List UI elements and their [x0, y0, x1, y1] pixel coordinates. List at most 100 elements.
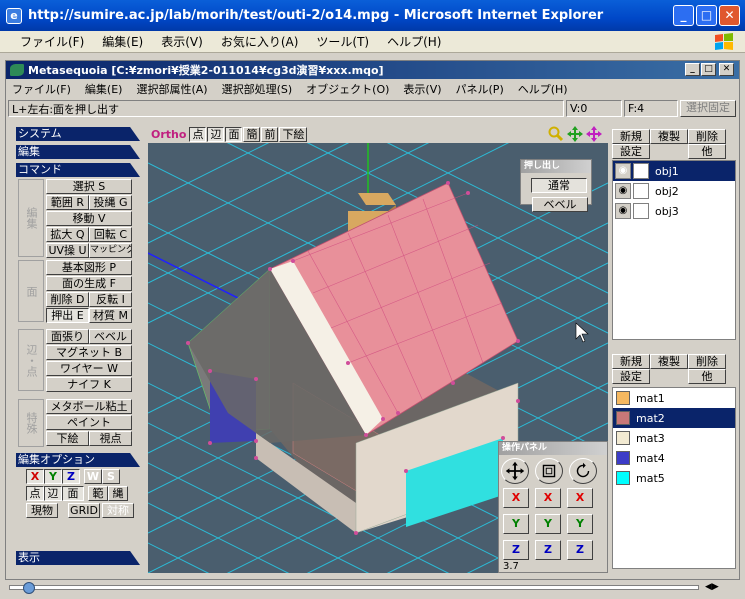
material-new-button[interactable]: 新規	[612, 354, 650, 369]
pan-icon[interactable]	[567, 126, 583, 142]
move-handle-icon[interactable]	[501, 458, 529, 484]
maximize-icon[interactable]: □	[696, 5, 717, 26]
app-menu-object[interactable]: オブジェクト(O)	[306, 81, 389, 97]
move-z-button[interactable]: Z	[503, 540, 529, 560]
axis-x-toggle[interactable]: X	[26, 469, 44, 484]
app-minimize-icon[interactable]: _	[685, 63, 700, 76]
material-item[interactable]: mat4	[613, 448, 735, 468]
playback-controls-icon[interactable]: ◀▶	[705, 582, 719, 592]
face-mode-toggle[interactable]: 面	[62, 486, 84, 501]
rotate-z-button[interactable]: Z	[567, 540, 593, 560]
point-mode-toggle[interactable]: 点	[26, 486, 44, 501]
material-settings-button[interactable]: 設定	[612, 369, 650, 384]
extrude-normal-button[interactable]: 通常	[531, 178, 587, 193]
object-settings-button[interactable]: 設定	[612, 144, 650, 159]
extrude-button[interactable]: 押出 E	[46, 308, 89, 323]
range-mode-toggle[interactable]: 範	[88, 486, 108, 501]
material-item[interactable]: mat2	[613, 408, 735, 428]
move-x-button[interactable]: X	[503, 488, 529, 508]
zoom-icon[interactable]	[548, 126, 564, 142]
view-edge-button[interactable]: 辺	[207, 126, 225, 142]
bevel-button[interactable]: ベベル	[89, 329, 132, 344]
object-list[interactable]: ◉ obj1 ◉ obj2 ◉ obj3	[612, 160, 736, 340]
face-generate-button[interactable]: 面の生成 F	[46, 276, 132, 291]
rotate-y-button[interactable]: Y	[567, 514, 593, 534]
app-menu-edit[interactable]: 編集(E)	[85, 81, 123, 97]
rotate-button[interactable]: 回転 C	[89, 227, 132, 242]
view-face-button[interactable]: 面	[225, 126, 243, 142]
wire-button[interactable]: ワイヤー W	[46, 361, 132, 376]
material-item[interactable]: mat5	[613, 468, 735, 488]
material-list[interactable]: mat1 mat2 mat3 mat4 mat5	[612, 387, 736, 569]
app-menu-panel[interactable]: パネル(P)	[456, 81, 504, 97]
object-other-button[interactable]: 他	[688, 144, 726, 159]
mapping-button[interactable]: マッピング	[89, 243, 132, 258]
scale-x-button[interactable]: X	[535, 488, 561, 508]
app-maximize-icon[interactable]: □	[701, 63, 716, 76]
close-icon[interactable]: ✕	[719, 5, 740, 26]
lock-toggle[interactable]	[633, 203, 649, 219]
magnet-button[interactable]: マグネット B	[46, 345, 132, 360]
primitive-button[interactable]: 基本図形 P	[46, 260, 132, 275]
material-item[interactable]: mat3	[613, 428, 735, 448]
material-item[interactable]: mat1	[613, 388, 735, 408]
3d-viewport[interactable]: Ortho 点 辺 面 簡 前 下絵 押し出し 通常 ベベル 操作パネル X X…	[148, 125, 608, 573]
view-point-button[interactable]: 点	[189, 126, 207, 142]
command-header[interactable]: コマンド	[16, 163, 140, 177]
object-duplicate-button[interactable]: 複製	[650, 129, 688, 144]
scale-z-button[interactable]: Z	[535, 540, 561, 560]
screen-toggle[interactable]: S	[102, 469, 120, 484]
edit-options-header[interactable]: 編集オプション	[16, 453, 140, 467]
select-button[interactable]: 選択 S	[46, 179, 132, 194]
visibility-eye-icon[interactable]: ◉	[615, 163, 631, 179]
app-menu-attr[interactable]: 選択部属性(A)	[136, 81, 207, 97]
ortho-label[interactable]: Ortho	[148, 128, 189, 141]
face-cut-button[interactable]: 面張り	[46, 329, 89, 344]
media-seek-bar[interactable]: ◀▶	[5, 580, 740, 596]
symmetry-toggle[interactable]: 対称	[102, 503, 134, 518]
scale-button[interactable]: 拡大 Q	[46, 227, 89, 242]
menu-help[interactable]: ヘルプ(H)	[387, 33, 441, 50]
seek-thumb[interactable]	[23, 582, 35, 594]
selection-lock-button[interactable]: 選択固定	[680, 100, 736, 117]
object-item[interactable]: ◉ obj2	[613, 181, 735, 201]
menu-file[interactable]: ファイル(F)	[20, 33, 84, 50]
grid-toggle[interactable]: GRID	[68, 503, 100, 518]
menu-tools[interactable]: ツール(T)	[316, 33, 369, 50]
flip-button[interactable]: 反転 I	[89, 292, 132, 307]
app-menu-view[interactable]: 表示(V)	[403, 81, 441, 97]
range-button[interactable]: 範囲 R	[46, 195, 89, 210]
move-button[interactable]: 移動 V	[46, 211, 132, 226]
view-front-button[interactable]: 前	[261, 126, 279, 142]
object-delete-button[interactable]: 削除	[688, 129, 726, 144]
app-menu-process[interactable]: 選択部処理(S)	[222, 81, 293, 97]
visibility-eye-icon[interactable]: ◉	[615, 203, 631, 219]
display-header[interactable]: 表示	[16, 551, 140, 565]
scale-y-button[interactable]: Y	[535, 514, 561, 534]
house-model[interactable]	[186, 181, 520, 535]
material-other-button[interactable]: 他	[688, 369, 726, 384]
paint-button[interactable]: ペイント	[46, 415, 132, 430]
material-button[interactable]: 材質 M	[89, 308, 132, 323]
material-delete-button[interactable]: 削除	[688, 354, 726, 369]
axis-y-toggle[interactable]: Y	[44, 469, 62, 484]
underlay-button[interactable]: 下絵	[46, 431, 89, 446]
rotate-handle-icon[interactable]	[569, 458, 597, 484]
world-toggle[interactable]: W	[84, 469, 102, 484]
rotate-view-icon[interactable]	[586, 126, 602, 142]
knife-button[interactable]: ナイフ K	[46, 377, 132, 392]
lock-toggle[interactable]	[633, 183, 649, 199]
uv-button[interactable]: UV操 U	[46, 243, 89, 258]
metaball-button[interactable]: メタボール粘土	[46, 399, 132, 414]
rotate-x-button[interactable]: X	[567, 488, 593, 508]
minimize-icon[interactable]: _	[673, 5, 694, 26]
current-object-toggle[interactable]: 現物	[26, 503, 58, 518]
app-menu-file[interactable]: ファイル(F)	[12, 81, 71, 97]
view-simple-button[interactable]: 簡	[243, 126, 261, 142]
menu-edit[interactable]: 編集(E)	[102, 33, 143, 50]
seek-track[interactable]	[9, 585, 699, 590]
scale-handle-icon[interactable]	[535, 458, 563, 484]
extrude-bevel-button[interactable]: ベベル	[532, 197, 588, 212]
visibility-eye-icon[interactable]: ◉	[615, 183, 631, 199]
system-header[interactable]: システム	[16, 127, 140, 141]
